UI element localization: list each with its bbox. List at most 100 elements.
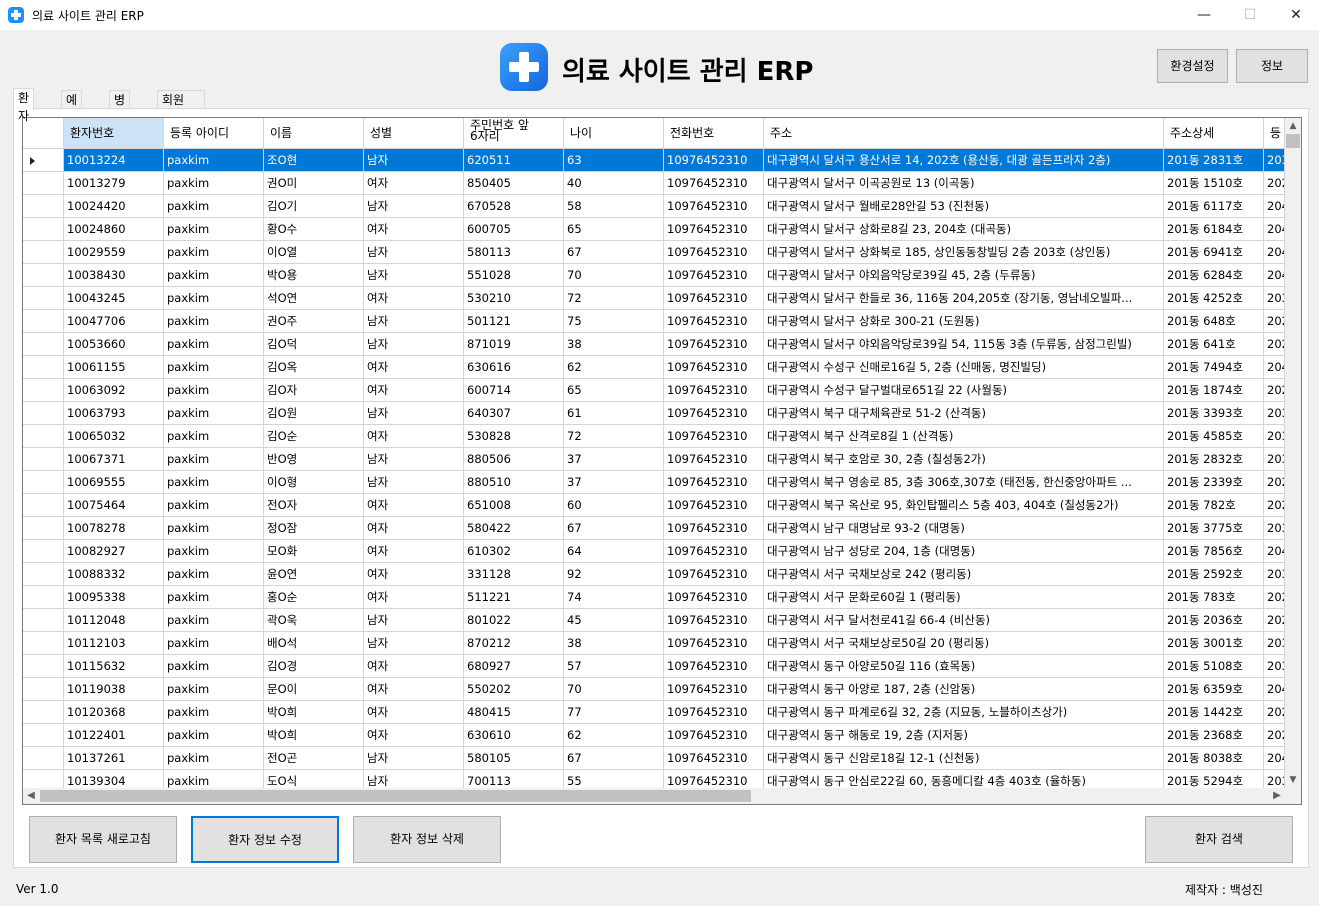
table-cell[interactable]: 203	[1264, 287, 1285, 310]
table-cell[interactable]: 580105	[464, 747, 564, 770]
table-cell[interactable]: 10013224	[64, 149, 164, 172]
table-cell[interactable]: 대구광역시 북구 대구체육관로 51-2 (산격동)	[764, 402, 1164, 425]
table-cell[interactable]: 전O자	[264, 494, 364, 517]
table-cell[interactable]: 201동 8038호	[1164, 747, 1264, 770]
table-cell[interactable]: 871019	[464, 333, 564, 356]
table-cell[interactable]: 남자	[364, 241, 464, 264]
row-header[interactable]	[23, 563, 64, 586]
table-cell[interactable]: 201동 6359호	[1164, 678, 1264, 701]
table-cell[interactable]: 김O덕	[264, 333, 364, 356]
table-cell[interactable]: 201동 641호	[1164, 333, 1264, 356]
table-cell[interactable]: 대구광역시 달서구 야외음악당로39길 54, 115동 3층 (두류동, 삼정…	[764, 333, 1164, 356]
table-cell[interactable]: 700113	[464, 770, 564, 788]
vertical-scrollbar[interactable]: ▲ ▼	[1285, 118, 1301, 788]
table-cell[interactable]: 550202	[464, 678, 564, 701]
tab-reservation[interactable]: 예약	[61, 90, 83, 125]
row-header[interactable]	[23, 609, 64, 632]
table-cell[interactable]: 김O기	[264, 195, 364, 218]
table-cell[interactable]: 10115632	[64, 655, 164, 678]
table-cell[interactable]: 610302	[464, 540, 564, 563]
row-header[interactable]	[23, 701, 64, 724]
table-cell[interactable]: 204	[1264, 218, 1285, 241]
table-cell[interactable]: 10119038	[64, 678, 164, 701]
column-header[interactable]: 주소상세	[1164, 118, 1264, 149]
table-cell[interactable]: 640307	[464, 402, 564, 425]
table-cell[interactable]: 김O옥	[264, 356, 364, 379]
table-cell[interactable]: 문O이	[264, 678, 364, 701]
table-cell[interactable]: 72	[564, 287, 664, 310]
table-row[interactable]: 10075464 paxkim 전O자 여자 651008 60 10976452310 대구…	[23, 494, 1285, 517]
table-cell[interactable]: 870212	[464, 632, 564, 655]
table-cell[interactable]: 대구광역시 동구 안심로22길 60, 동흥메디칼 4층 403호 (율하동)	[764, 770, 1164, 788]
table-row[interactable]: 10088332 paxkim 윤O연 여자 331128 92 10976452310 대구…	[23, 563, 1285, 586]
table-cell[interactable]: 201동 1510호	[1164, 172, 1264, 195]
row-header[interactable]	[23, 402, 64, 425]
table-cell[interactable]: 10069555	[64, 471, 164, 494]
table-cell[interactable]: paxkim	[164, 563, 264, 586]
table-cell[interactable]: 680927	[464, 655, 564, 678]
table-cell[interactable]: 60	[564, 494, 664, 517]
table-cell[interactable]: 202	[1264, 471, 1285, 494]
table-cell[interactable]: 62	[564, 356, 664, 379]
table-cell[interactable]: 10122401	[64, 724, 164, 747]
table-cell[interactable]: 203	[1264, 770, 1285, 788]
table-row[interactable]: 10024420 paxkim 김O기 남자 670528 58 10976452310 대구…	[23, 195, 1285, 218]
table-cell[interactable]: 10976452310	[664, 517, 764, 540]
patient-grid[interactable]: 환자번호 등록 아이디 이름 성별 주민번호 앞 6자리 나이 전화번호 주소 주소상세 등 100…	[22, 117, 1302, 805]
table-cell[interactable]: paxkim	[164, 632, 264, 655]
table-cell[interactable]: 202	[1264, 379, 1285, 402]
table-cell[interactable]: 권O미	[264, 172, 364, 195]
table-cell[interactable]: 정O잠	[264, 517, 364, 540]
table-cell[interactable]: 대구광역시 북구 옥산로 95, 화인탑펠리스 5층 403, 404호 (칠성…	[764, 494, 1164, 517]
table-cell[interactable]: paxkim	[164, 494, 264, 517]
table-cell[interactable]: 10976452310	[664, 471, 764, 494]
table-cell[interactable]: 남자	[364, 747, 464, 770]
table-row[interactable]: 10082927 paxkim 모O화 여자 610302 64 10976452310 대구…	[23, 540, 1285, 563]
row-header[interactable]	[23, 586, 64, 609]
table-cell[interactable]: 10063092	[64, 379, 164, 402]
table-cell[interactable]: 204	[1264, 747, 1285, 770]
table-cell[interactable]: 204	[1264, 195, 1285, 218]
table-cell[interactable]: 여자	[364, 701, 464, 724]
table-cell[interactable]: 10065032	[64, 425, 164, 448]
table-cell[interactable]: 여자	[364, 356, 464, 379]
table-cell[interactable]: 203	[1264, 149, 1285, 172]
table-cell[interactable]: 여자	[364, 586, 464, 609]
table-cell[interactable]: 202	[1264, 586, 1285, 609]
table-cell[interactable]: 204	[1264, 540, 1285, 563]
table-cell[interactable]: 70	[564, 678, 664, 701]
table-cell[interactable]: 김O순	[264, 425, 364, 448]
table-cell[interactable]: 남자	[364, 333, 464, 356]
table-cell[interactable]: 10976452310	[664, 701, 764, 724]
row-header[interactable]	[23, 195, 64, 218]
table-cell[interactable]: 201동 3001호	[1164, 632, 1264, 655]
table-cell[interactable]: 201동 4585호	[1164, 425, 1264, 448]
table-cell[interactable]: 201동 3775호	[1164, 517, 1264, 540]
vertical-scroll-thumb[interactable]	[1286, 134, 1300, 148]
table-cell[interactable]: 곽O욱	[264, 609, 364, 632]
table-cell[interactable]: 651008	[464, 494, 564, 517]
table-cell[interactable]: 남자	[364, 310, 464, 333]
table-cell[interactable]: 10075464	[64, 494, 164, 517]
column-header[interactable]: 나이	[564, 118, 664, 149]
table-cell[interactable]: 201동 5108호	[1164, 655, 1264, 678]
table-cell[interactable]: 511221	[464, 586, 564, 609]
table-cell[interactable]: 여자	[364, 563, 464, 586]
table-row[interactable]: 10115632 paxkim 김O경 여자 680927 57 10976452310 대구…	[23, 655, 1285, 678]
info-button[interactable]: 정보	[1236, 49, 1308, 83]
table-cell[interactable]: 57	[564, 655, 664, 678]
table-cell[interactable]: 202	[1264, 609, 1285, 632]
row-header[interactable]	[23, 471, 64, 494]
table-cell[interactable]: 10976452310	[664, 333, 764, 356]
table-cell[interactable]: 201동 7856호	[1164, 540, 1264, 563]
table-cell[interactable]: paxkim	[164, 540, 264, 563]
table-cell[interactable]: 박O희	[264, 724, 364, 747]
table-cell[interactable]: 201동 7494호	[1164, 356, 1264, 379]
table-cell[interactable]: 203	[1264, 425, 1285, 448]
table-cell[interactable]: 대구광역시 달서구 상화로 300-21 (도원동)	[764, 310, 1164, 333]
table-cell[interactable]: 반O영	[264, 448, 364, 471]
maximize-button[interactable]: ☐	[1227, 0, 1273, 30]
table-cell[interactable]: paxkim	[164, 149, 264, 172]
table-row[interactable]: 10053660 paxkim 김O덕 남자 871019 38 10976452310 대구…	[23, 333, 1285, 356]
table-cell[interactable]: 대구광역시 동구 아양로 187, 2층 (신암동)	[764, 678, 1164, 701]
